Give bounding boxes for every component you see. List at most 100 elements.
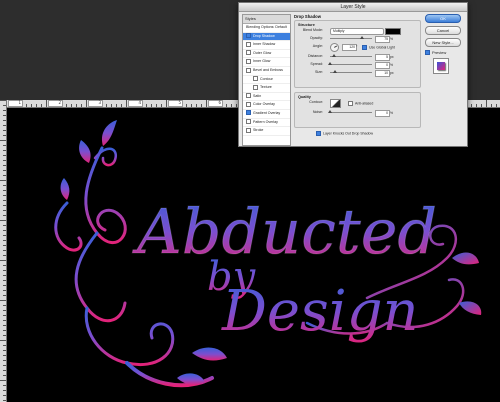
ruler-tick	[86, 100, 87, 107]
ruler-label: 5	[168, 100, 183, 107]
ruler-label: 2	[48, 100, 63, 107]
opacity-slider-thumb[interactable]	[359, 36, 364, 39]
anti-aliased-option[interactable]: Anti-aliased	[348, 101, 373, 106]
shadow-color-swatch[interactable]	[385, 28, 401, 35]
distance-slider[interactable]	[330, 54, 372, 57]
global-light-option[interactable]: Use Global Light	[362, 44, 395, 50]
distance-slider-thumb[interactable]	[332, 54, 336, 57]
style-item[interactable]: Pattern Overlay	[243, 119, 290, 128]
ruler-tick	[71, 104, 72, 107]
ruler-tick	[3, 315, 6, 316]
noise-slider-thumb[interactable]	[328, 110, 332, 113]
ruler-tick	[3, 400, 6, 401]
knockout-checkbox[interactable]	[316, 131, 321, 136]
angle-dial[interactable]	[330, 43, 339, 52]
style-item-label: Bevel and Emboss	[253, 67, 283, 72]
ruler-tick	[191, 104, 192, 107]
angle-label: Angle:	[312, 44, 323, 48]
vertical-ruler[interactable]	[0, 100, 7, 402]
ruler-tick	[3, 350, 6, 351]
ruler-tick	[41, 104, 42, 107]
ruler-tick	[0, 220, 6, 221]
style-checkbox[interactable]	[253, 76, 258, 82]
layer-style-dialog[interactable]: Layer Style Styles Blending Options: Def…	[238, 2, 468, 147]
style-checkbox[interactable]	[246, 119, 251, 125]
ok-button[interactable]: OK	[425, 14, 461, 23]
title-line-1: Abducted	[132, 195, 437, 268]
size-slider-thumb[interactable]	[333, 70, 337, 73]
style-checkbox[interactable]	[246, 41, 251, 47]
style-item[interactable]: Satin	[243, 93, 290, 102]
opacity-row: Opacity: 75 %	[298, 35, 417, 43]
ruler-tick	[3, 355, 6, 356]
style-item[interactable]: Contour	[243, 76, 290, 85]
style-checkbox[interactable]	[246, 67, 251, 73]
ruler-tick	[106, 104, 107, 107]
style-checkbox[interactable]	[246, 50, 251, 56]
ruler-tick	[3, 395, 6, 396]
style-item[interactable]: Color Overlay	[243, 101, 290, 110]
dialog-buttons: OK Cancel New Style... Preview	[425, 14, 463, 75]
style-item[interactable]: Drop Shadow	[243, 32, 290, 42]
distance-field[interactable]: 5	[375, 54, 390, 61]
ruler-tick	[3, 290, 6, 291]
blend-mode-label: Blend Mode:	[302, 28, 323, 32]
style-item[interactable]: Bevel and Emboss	[243, 67, 290, 76]
style-item[interactable]: Inner Glow	[243, 58, 290, 67]
ruler-tick	[3, 165, 6, 166]
size-field[interactable]: 10	[375, 70, 390, 77]
angle-field[interactable]: 120	[342, 44, 357, 51]
styles-list[interactable]: Styles Blending Options: Default Drop Sha…	[242, 14, 291, 146]
ruler-tick	[3, 330, 6, 331]
opacity-slider[interactable]	[330, 36, 372, 39]
preview-option[interactable]: Preview	[425, 50, 463, 56]
styles-header[interactable]: Styles	[243, 15, 290, 24]
blend-mode-select[interactable]: Multiply	[330, 28, 384, 35]
style-item[interactable]: Stroke	[243, 127, 290, 136]
dialog-titlebar[interactable]: Layer Style	[239, 3, 467, 18]
style-checkbox[interactable]	[246, 110, 251, 116]
style-checkbox[interactable]	[253, 84, 258, 90]
ruler-tick	[3, 160, 6, 161]
ruler-tick	[3, 230, 6, 231]
size-slider[interactable]	[330, 70, 372, 73]
distance-label: Distance:	[308, 54, 323, 58]
style-checkbox[interactable]	[246, 58, 251, 64]
noise-field[interactable]: 0	[375, 110, 390, 117]
ruler-tick	[26, 104, 27, 107]
ruler-tick	[121, 104, 122, 107]
dialog-title: Layer Style	[340, 4, 366, 10]
style-item[interactable]: Outer Glow	[243, 50, 290, 59]
style-item-label: Inner Glow	[253, 59, 271, 64]
style-checkbox[interactable]	[246, 33, 251, 39]
style-item[interactable]: Blending Options: Default	[243, 24, 290, 33]
opacity-field[interactable]: 75	[375, 36, 390, 43]
contour-picker[interactable]	[330, 99, 341, 108]
ruler-tick	[231, 104, 232, 107]
style-checkbox[interactable]	[246, 101, 251, 107]
new-style-button[interactable]: New Style...	[425, 38, 461, 47]
spread-slider-thumb[interactable]	[328, 62, 332, 65]
distance-row: Distance: 5 px	[298, 53, 417, 61]
style-checkbox[interactable]	[246, 127, 251, 133]
spread-field[interactable]: 0	[375, 62, 390, 69]
ruler-tick	[0, 100, 6, 101]
style-checkbox[interactable]	[246, 93, 251, 99]
ruler-tick	[3, 335, 6, 336]
knockout-option[interactable]: Layer Knocks Out Drop Shadow	[316, 131, 421, 136]
ruler-tick	[196, 104, 197, 107]
global-light-checkbox[interactable]	[362, 44, 367, 50]
anti-aliased-checkbox[interactable]	[348, 101, 353, 106]
contour-row: Contour: Anti-aliased	[298, 99, 417, 109]
document-canvas[interactable]: Abducted by Design	[7, 108, 500, 402]
preview-checkbox[interactable]	[425, 50, 430, 56]
style-item[interactable]: Gradient Overlay	[243, 110, 290, 119]
ruler-tick	[111, 104, 112, 107]
drop-shadow-panel: Drop Shadow Structure Blend Mode: Multip…	[294, 14, 421, 144]
noise-slider[interactable]	[328, 110, 372, 113]
style-item[interactable]: Inner Shadow	[243, 41, 290, 50]
style-item[interactable]: Texture	[243, 84, 290, 93]
cancel-button[interactable]: Cancel	[425, 26, 461, 35]
spread-slider[interactable]	[328, 62, 372, 65]
ruler-tick	[3, 190, 6, 191]
